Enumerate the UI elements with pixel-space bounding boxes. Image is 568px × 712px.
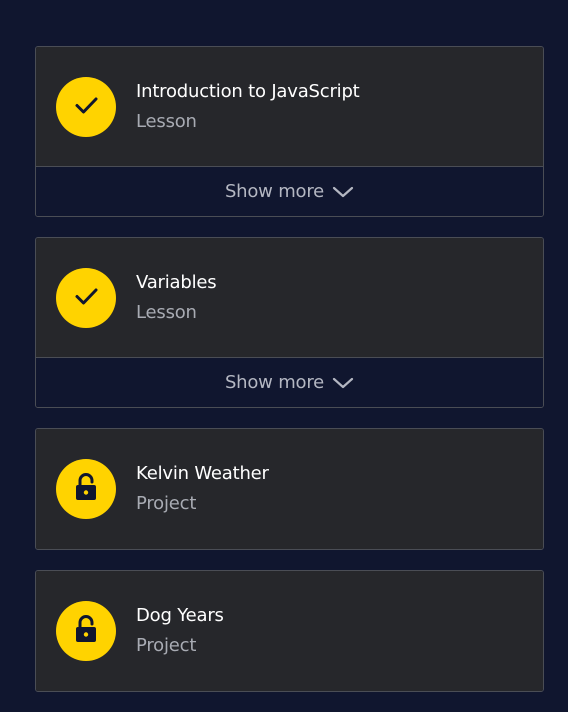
project-type: Project <box>136 635 197 656</box>
lesson-card-header[interactable]: Variables Lesson <box>36 238 543 358</box>
unlocked-status-badge <box>56 601 116 661</box>
show-more-button[interactable]: Show more <box>36 167 543 216</box>
lesson-card: Variables Lesson Show more <box>35 237 544 408</box>
unlocked-padlock-icon <box>71 613 101 649</box>
completed-status-badge <box>56 267 116 328</box>
project-card-header[interactable]: Kelvin Weather Project <box>36 429 543 549</box>
lesson-type: Lesson <box>136 110 197 132</box>
show-more-label: Show more <box>224 181 325 202</box>
chevron-down-icon <box>332 185 354 199</box>
completed-status-badge <box>56 76 116 137</box>
lesson-type: Lesson <box>136 301 197 323</box>
project-card[interactable]: Kelvin Weather Project <box>35 428 544 550</box>
show-more-label: Show more <box>224 372 325 393</box>
show-more-button[interactable]: Show more <box>36 358 543 407</box>
lesson-title: Variables <box>136 271 217 293</box>
project-title: Dog Years <box>136 605 224 626</box>
project-title: Kelvin Weather <box>136 463 269 484</box>
project-card[interactable]: Dog Years Project <box>35 570 544 692</box>
checkmark-icon <box>71 90 101 124</box>
curriculum-list: Introduction to JavaScript Lesson Show m… <box>35 46 544 712</box>
project-card-header[interactable]: Dog Years Project <box>36 571 543 691</box>
unlocked-status-badge <box>56 459 116 519</box>
unlocked-padlock-icon <box>71 471 101 507</box>
checkmark-icon <box>71 281 101 315</box>
project-type: Project <box>136 493 197 514</box>
chevron-down-icon <box>332 376 354 390</box>
lesson-card: Introduction to JavaScript Lesson Show m… <box>35 46 544 217</box>
lesson-title: Introduction to JavaScript <box>136 80 360 102</box>
lesson-card-header[interactable]: Introduction to JavaScript Lesson <box>36 47 543 167</box>
